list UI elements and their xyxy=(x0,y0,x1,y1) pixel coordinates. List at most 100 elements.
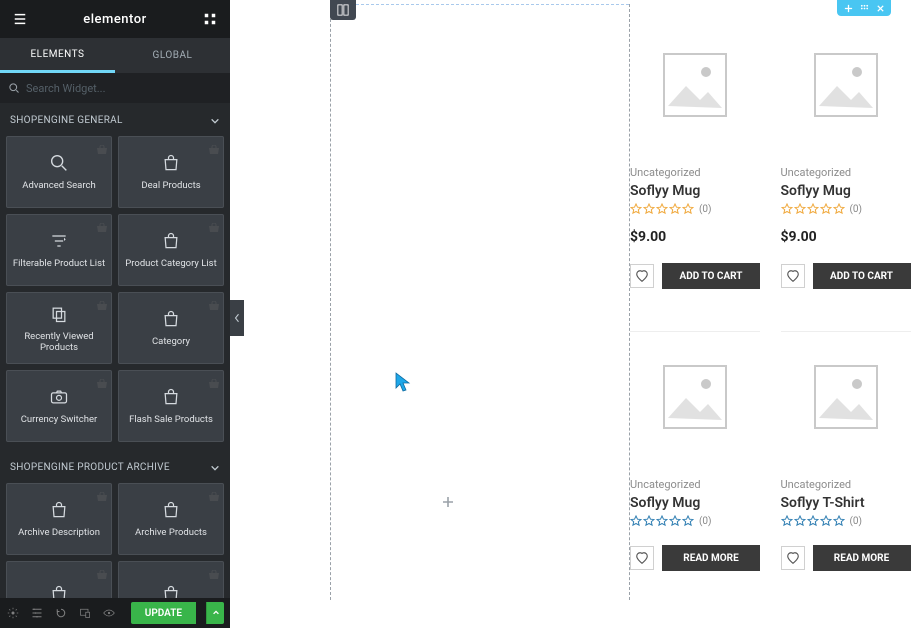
preview-icon[interactable] xyxy=(102,606,116,620)
section-drag-icon[interactable] xyxy=(859,3,869,13)
widget-list-scroll[interactable]: SHOPENGINE GENERAL Advanced Search Deal P… xyxy=(0,103,230,598)
widget-product-category-list[interactable]: Product Category List xyxy=(118,214,224,286)
cta-button[interactable]: READ MORE xyxy=(662,545,760,571)
section-handle[interactable] xyxy=(330,0,356,20)
pro-badge-icon xyxy=(96,296,108,306)
navigator-icon[interactable] xyxy=(30,606,44,620)
panel-footer: UPDATE xyxy=(0,598,230,628)
widget-label: Filterable Product List xyxy=(9,258,109,269)
cta-button[interactable]: ADD TO CART xyxy=(813,263,911,289)
wishlist-button[interactable] xyxy=(781,546,805,570)
widget-flash-sale[interactable]: Flash Sale Products xyxy=(118,370,224,442)
widget-archive-products[interactable]: Archive Products xyxy=(118,483,224,555)
widget-category[interactable]: Category xyxy=(118,292,224,364)
product-name[interactable]: Soflyy T-Shirt xyxy=(781,495,911,511)
update-options-button[interactable] xyxy=(206,602,224,624)
chevron-down-icon xyxy=(210,463,220,473)
pro-badge-icon xyxy=(208,487,220,497)
update-button[interactable]: UPDATE xyxy=(131,602,196,624)
widget-recently-viewed[interactable]: Recently Viewed Products xyxy=(6,292,112,364)
preview-area: Uncategorized Soflyy Mug (0) $9.00 ADD TO C… xyxy=(630,0,911,628)
widget-advanced-search[interactable]: Advanced Search xyxy=(6,136,112,208)
widget-label: Deal Products xyxy=(137,180,204,191)
section-controls xyxy=(765,0,891,16)
product-actions: ADD TO CART xyxy=(781,263,911,289)
product-category[interactable]: Uncategorized xyxy=(630,478,760,491)
tab-global[interactable]: GLOBAL xyxy=(115,38,230,73)
category-header-general[interactable]: SHOPENGINE GENERAL xyxy=(0,103,230,136)
product-card: UncategorizedSoflyy Mug(0) READ MORE xyxy=(630,311,760,571)
logo: elementor xyxy=(83,12,146,27)
product-image-placeholder[interactable] xyxy=(781,20,911,150)
product-actions: READ MORE xyxy=(781,545,911,571)
wishlist-button[interactable] xyxy=(781,264,805,288)
rating-stars: (0) xyxy=(781,515,911,527)
elementor-panel: elementor ELEMENTS GLOBAL SHOPENGINE GEN… xyxy=(0,0,230,628)
product-card: Uncategorized Soflyy T-Shirt (0) READ MORE xyxy=(781,311,911,571)
panel-collapse-handle[interactable] xyxy=(230,300,244,336)
product-actions: READ MORE xyxy=(630,545,760,571)
product-image-placeholder[interactable] xyxy=(781,332,911,462)
product-category[interactable]: Uncategorized xyxy=(781,478,911,491)
chevron-down-icon xyxy=(210,116,220,126)
wishlist-button[interactable] xyxy=(630,546,654,570)
gear-icon[interactable] xyxy=(6,606,20,620)
product-image-placeholder[interactable] xyxy=(630,332,760,462)
rating-stars: (0) xyxy=(630,203,760,215)
search-icon xyxy=(48,152,70,174)
widget-archive-description[interactable]: Archive Description xyxy=(6,483,112,555)
product-category[interactable]: Uncategorized xyxy=(781,166,911,179)
wishlist-button[interactable] xyxy=(630,264,654,288)
responsive-icon[interactable] xyxy=(78,606,92,620)
category-header-archive[interactable]: SHOPENGINE PRODUCT ARCHIVE xyxy=(0,450,230,483)
rating-stars: (0) xyxy=(781,203,911,215)
search-bar xyxy=(0,73,230,103)
history-icon[interactable] xyxy=(54,606,68,620)
widget-filterable-product-list[interactable]: Filterable Product List xyxy=(6,214,112,286)
widget-label: Product Category List xyxy=(121,258,220,269)
widget-grid-general: Advanced Search Deal Products Filterable P… xyxy=(0,136,230,450)
filter-icon xyxy=(48,230,70,252)
cta-button[interactable]: READ MORE xyxy=(813,545,911,571)
pro-badge-icon xyxy=(208,218,220,228)
panel-header: elementor xyxy=(0,0,230,38)
widget-label: Flash Sale Products xyxy=(125,414,217,425)
add-widget-plus-icon[interactable] xyxy=(442,493,454,505)
pro-badge-icon xyxy=(96,374,108,384)
bag-icon xyxy=(160,583,182,598)
product-image-placeholder[interactable] xyxy=(630,20,760,150)
copy-icon xyxy=(48,303,70,325)
product-category[interactable]: Uncategorized xyxy=(630,166,760,179)
product-actions: ADD TO CART xyxy=(630,263,760,289)
editor-canvas[interactable] xyxy=(230,0,630,628)
apps-icon[interactable] xyxy=(200,9,220,29)
bag-icon xyxy=(160,386,182,408)
product-name[interactable]: Soflyy Mug xyxy=(630,183,760,199)
widget-archive-w3[interactable] xyxy=(6,561,112,598)
category-title: SHOPENGINE PRODUCT ARCHIVE xyxy=(10,462,170,473)
pro-badge-icon xyxy=(208,140,220,150)
camera-icon xyxy=(48,386,70,408)
hamburger-icon[interactable] xyxy=(10,9,30,29)
rating-count: (0) xyxy=(850,516,863,527)
category-title: SHOPENGINE GENERAL xyxy=(10,115,123,126)
widget-label: Archive Description xyxy=(14,527,104,538)
search-icon xyxy=(8,82,20,94)
cta-button[interactable]: ADD TO CART xyxy=(662,263,760,289)
product-price: $9.00 xyxy=(781,229,911,245)
widget-label: Archive Products xyxy=(131,527,211,538)
product-name[interactable]: Soflyy Mug xyxy=(781,183,911,199)
section-close-icon[interactable] xyxy=(875,3,885,13)
widget-currency-switcher[interactable]: Currency Switcher xyxy=(6,370,112,442)
widget-archive-w4[interactable] xyxy=(118,561,224,598)
section-outline[interactable] xyxy=(330,4,630,600)
widget-label: Currency Switcher xyxy=(17,414,102,425)
section-add-icon[interactable] xyxy=(843,3,853,13)
bag-icon xyxy=(160,230,182,252)
tab-elements[interactable]: ELEMENTS xyxy=(0,38,115,73)
product-name[interactable]: Soflyy Mug xyxy=(630,495,760,511)
product-card: Uncategorized Soflyy Mug (0) $9.00 ADD TO C… xyxy=(781,20,911,289)
widget-deal-products[interactable]: Deal Products xyxy=(118,136,224,208)
product-grid: Uncategorized Soflyy Mug (0) $9.00 ADD TO C… xyxy=(630,0,911,571)
search-input[interactable] xyxy=(26,82,222,95)
